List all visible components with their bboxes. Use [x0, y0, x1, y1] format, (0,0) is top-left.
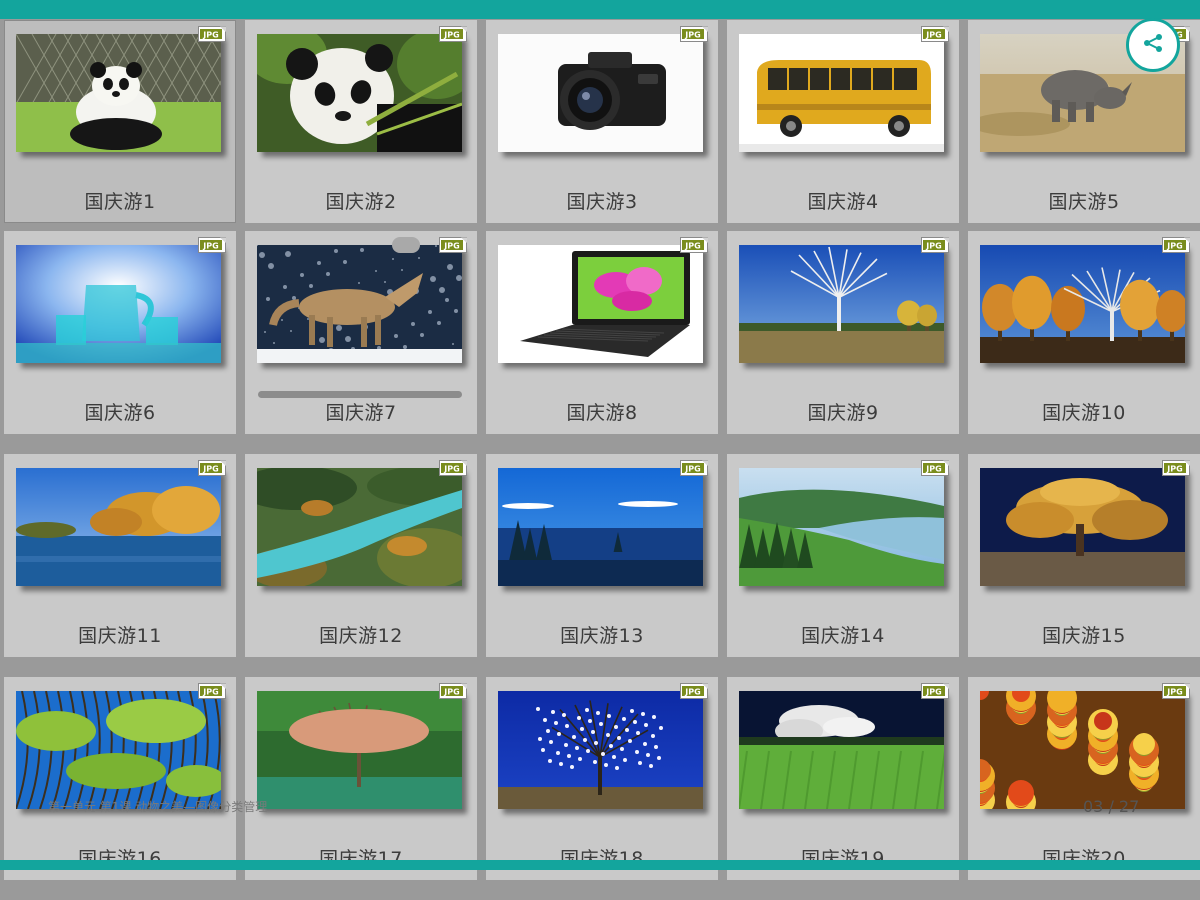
gallery-tile[interactable]: JPG 国庆游7: [245, 231, 477, 434]
jpg-badge-text: JPG: [1166, 464, 1182, 473]
tile-label: 国庆游10: [1042, 402, 1126, 424]
tile-label: 国庆游11: [78, 625, 162, 647]
gallery-tile[interactable]: JPG 国庆游2: [245, 20, 477, 223]
share-nodes-button[interactable]: [1126, 18, 1180, 72]
gallery-tile[interactable]: JPG 国庆游15: [968, 454, 1200, 657]
jpg-badge-text: JPG: [684, 464, 700, 473]
bottom-accent-bar: [0, 860, 1200, 870]
slide-caption: 第一单元 第1课 动物之美—图像分类管理: [48, 800, 268, 814]
gallery-tile[interactable]: JPG 国庆游18: [486, 677, 718, 880]
panda-photo: [16, 34, 221, 152]
gallery-tile[interactable]: JPG 国庆游10: [968, 231, 1200, 434]
tile-label: 国庆游8: [566, 402, 638, 424]
meadow-tree-photo: [739, 691, 944, 809]
gallery-tile[interactable]: JPG 国庆游19: [727, 677, 959, 880]
lakeside-tree-photo: [257, 691, 462, 809]
jpg-badge-text: JPG: [684, 687, 700, 696]
tile-label: 国庆游2: [325, 191, 397, 213]
jpg-badge-text: JPG: [925, 241, 941, 250]
jpg-badge-text: JPG: [443, 464, 459, 473]
jpg-file-icon: JPG: [1162, 458, 1192, 476]
gallery-tile[interactable]: JPG 国庆游9: [727, 231, 959, 434]
jpg-file-icon: JPG: [680, 24, 710, 42]
gallery-tile[interactable]: JPG 国庆游20: [968, 677, 1200, 880]
jpg-badge-text: JPG: [1166, 687, 1182, 696]
jpg-file-icon: JPG: [921, 681, 951, 699]
autumn-river-photo: [16, 468, 221, 586]
gallery-tile[interactable]: JPG 国庆游3: [486, 20, 718, 223]
jpg-badge-text: JPG: [443, 687, 459, 696]
tile-label: 国庆游4: [807, 191, 879, 213]
scroll-handle[interactable]: [392, 237, 420, 253]
laptop-photo: [498, 245, 703, 363]
tile-label: 国庆游3: [566, 191, 638, 213]
jpg-file-icon: JPG: [921, 24, 951, 42]
green-valley-lake-photo: [739, 468, 944, 586]
jpg-badge-text: JPG: [684, 30, 700, 39]
tile-label: 国庆游12: [319, 625, 403, 647]
jpg-file-icon: JPG: [680, 681, 710, 699]
share-nodes-icon: [1141, 31, 1165, 59]
tile-label: 国庆游1: [84, 191, 156, 213]
jpg-badge-text: JPG: [202, 30, 218, 39]
jpg-file-icon: JPG: [198, 458, 228, 476]
jpg-file-icon: JPG: [439, 235, 469, 253]
jpg-badge-text: JPG: [443, 241, 459, 250]
jpg-file-icon: JPG: [439, 681, 469, 699]
jpg-file-icon: JPG: [680, 235, 710, 253]
gallery-tile[interactable]: JPG 国庆游6: [4, 231, 236, 434]
thumbnail-grid: JPG 国庆游1 JPG 国庆游2 JPG 国庆游3 JPG 国庆游4 JPG …: [0, 0, 1200, 900]
gallery-tile[interactable]: JPG 国庆游11: [4, 454, 236, 657]
jpg-file-icon: JPG: [1162, 235, 1192, 253]
wolf-photo: [257, 245, 462, 363]
turquoise-river-photo: [257, 468, 462, 586]
jpg-badge-text: JPG: [202, 687, 218, 696]
golden-tree-photo: [980, 468, 1185, 586]
tile-label: 国庆游13: [560, 625, 644, 647]
blue-lake-photo: [498, 468, 703, 586]
tile-label: 国庆游6: [84, 402, 156, 424]
jpg-file-icon: JPG: [198, 235, 228, 253]
camera-photo: [498, 34, 703, 152]
gallery-tile[interactable]: JPG 国庆游4: [727, 20, 959, 223]
jpg-badge-text: JPG: [443, 30, 459, 39]
jpg-file-icon: JPG: [680, 458, 710, 476]
jpg-badge-text: JPG: [684, 241, 700, 250]
gallery-tile[interactable]: JPG 国庆游1: [4, 20, 236, 223]
tile-label: 国庆游5: [1048, 191, 1120, 213]
jpg-file-icon: JPG: [439, 458, 469, 476]
jpg-badge-text: JPG: [1166, 241, 1182, 250]
autumn-forest-photo: [980, 691, 1185, 809]
page-counter: 03 / 27: [1083, 797, 1140, 816]
jpg-file-icon: JPG: [439, 24, 469, 42]
tile-label: 国庆游9: [807, 402, 879, 424]
jpg-file-icon: JPG: [198, 24, 228, 42]
autumn-trees-photo: [980, 245, 1185, 363]
gallery-tile[interactable]: JPG 国庆游13: [486, 454, 718, 657]
jpg-badge-text: JPG: [925, 30, 941, 39]
panda-closeup-photo: [257, 34, 462, 152]
horizontal-scrollbar[interactable]: [258, 391, 462, 398]
gallery-tile[interactable]: JPG 国庆游14: [727, 454, 959, 657]
bus-photo: [739, 34, 944, 152]
gallery-tile[interactable]: JPG 国庆游12: [245, 454, 477, 657]
jpg-file-icon: JPG: [1162, 681, 1192, 699]
tile-label: 国庆游7: [325, 402, 397, 424]
birch-tree-photo: [739, 245, 944, 363]
willow-canopy-photo: [16, 691, 221, 809]
jpg-file-icon: JPG: [198, 681, 228, 699]
jpg-badge-text: JPG: [925, 687, 941, 696]
jpg-badge-text: JPG: [202, 464, 218, 473]
jpg-file-icon: JPG: [921, 458, 951, 476]
jpg-badge-text: JPG: [202, 241, 218, 250]
glass-pitcher-photo: [16, 245, 221, 363]
blossom-tree-photo: [498, 691, 703, 809]
gallery-tile[interactable]: JPG 国庆游17: [245, 677, 477, 880]
tile-label: 国庆游14: [801, 625, 885, 647]
gallery-tile[interactable]: JPG 国庆游8: [486, 231, 718, 434]
jpg-badge-text: JPG: [925, 464, 941, 473]
tile-label: 国庆游15: [1042, 625, 1126, 647]
jpg-file-icon: JPG: [921, 235, 951, 253]
gallery-tile[interactable]: JPG 国庆游16: [4, 677, 236, 880]
